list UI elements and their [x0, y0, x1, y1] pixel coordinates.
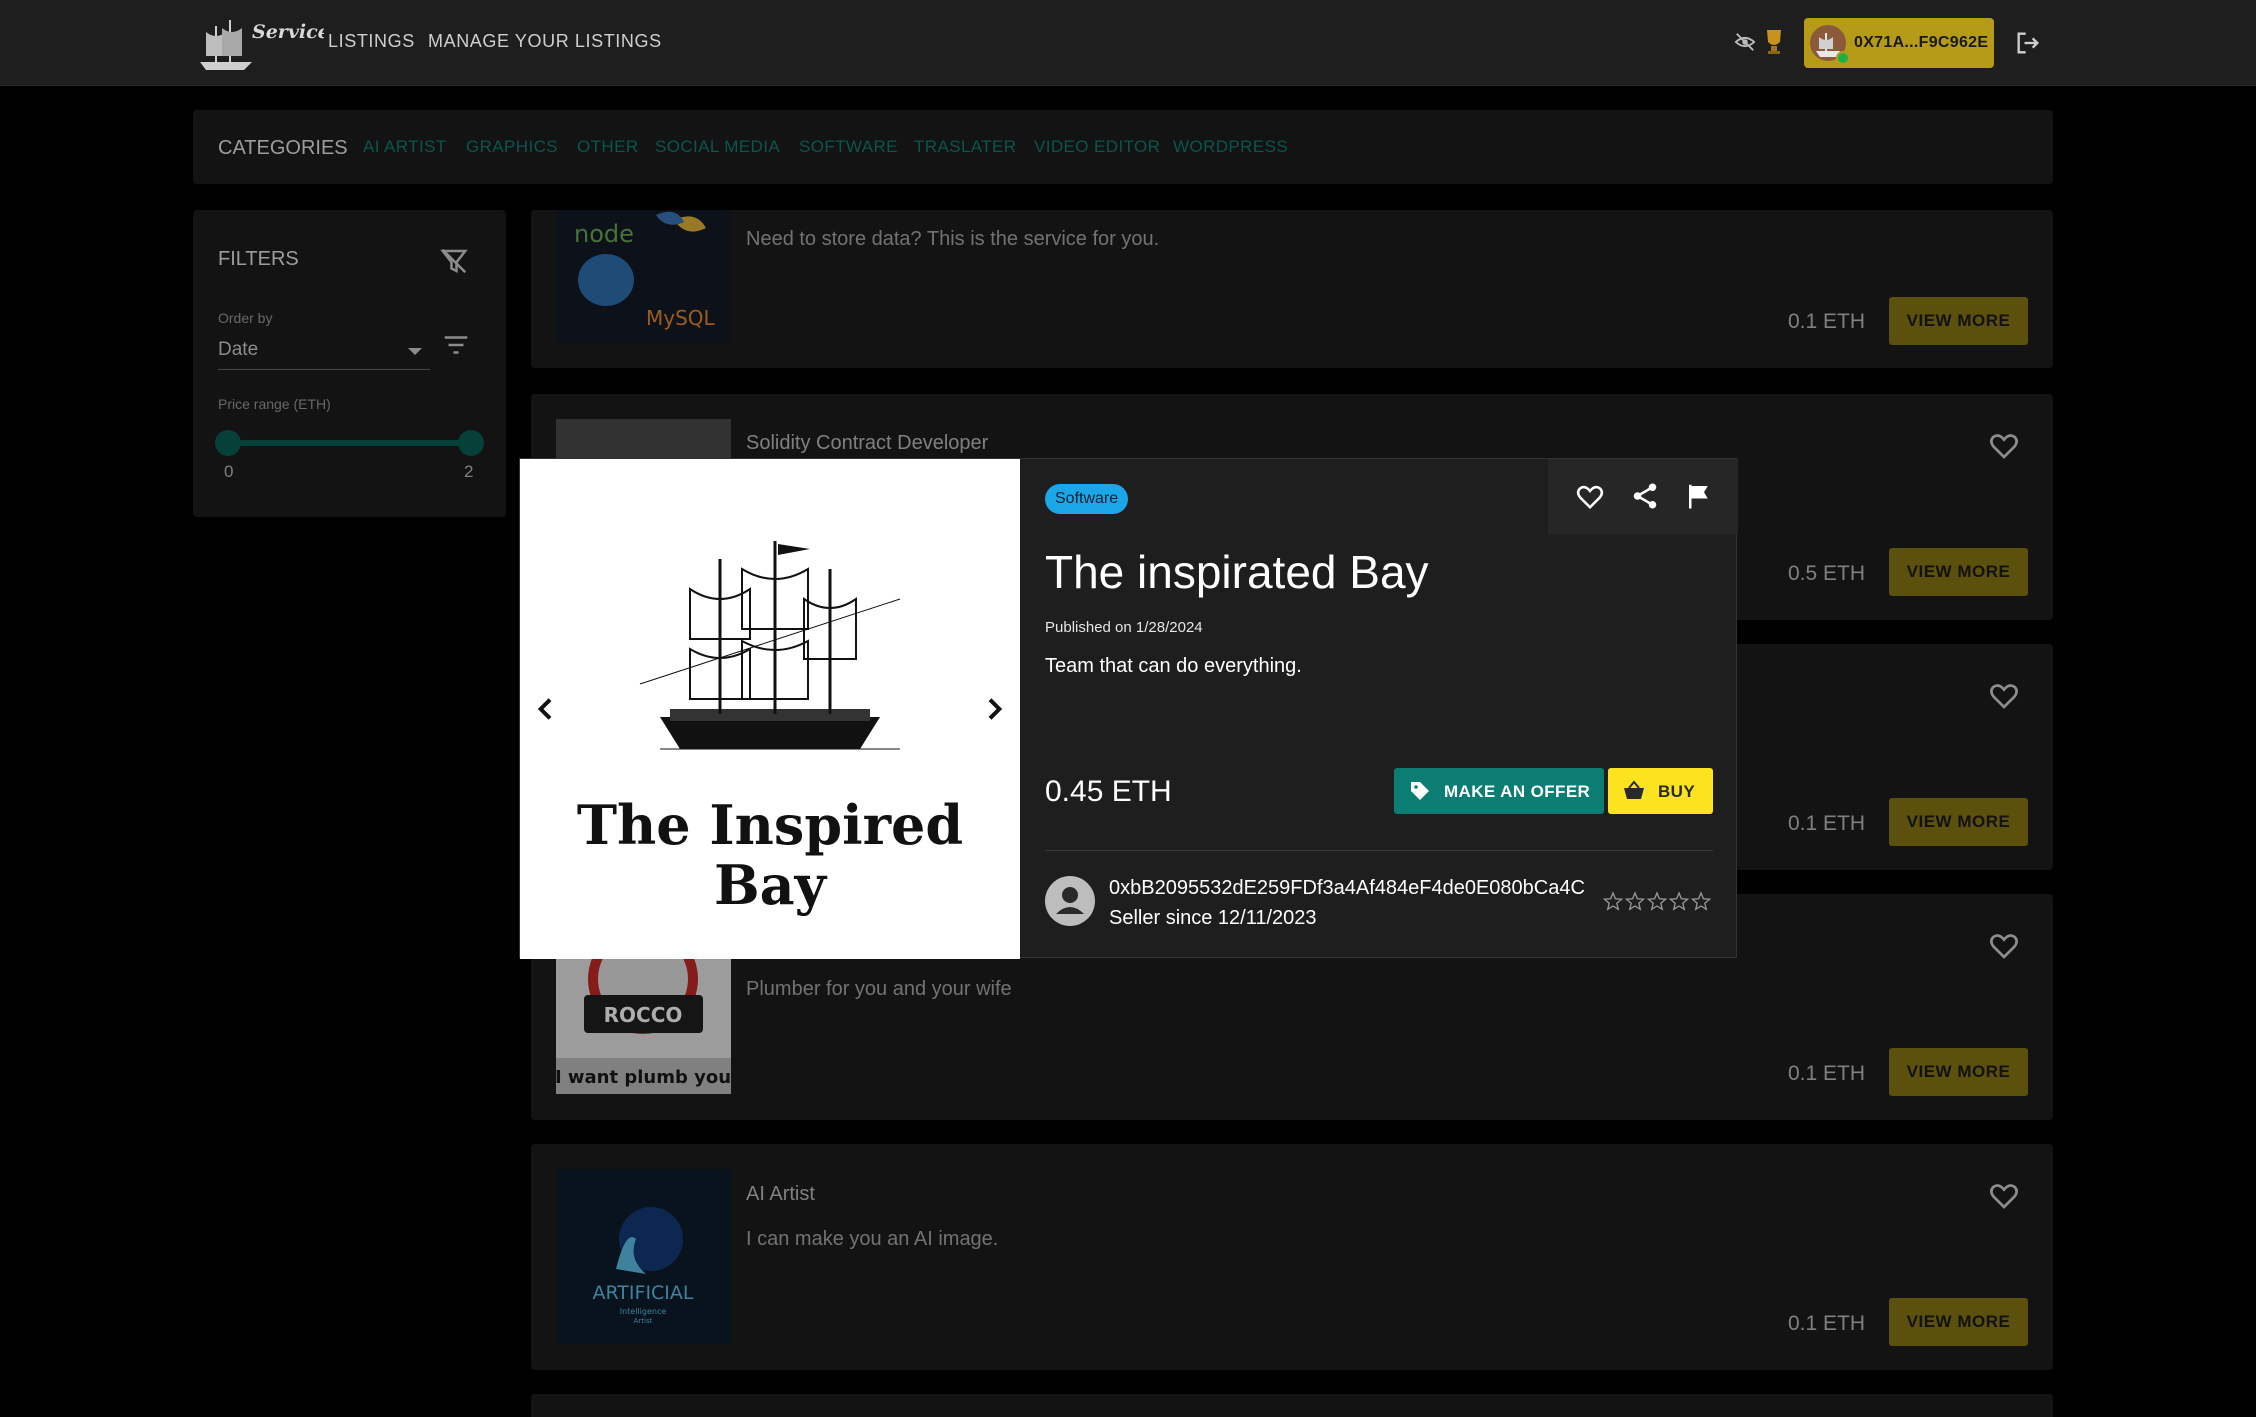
divider: [1045, 850, 1713, 851]
seller-avatar[interactable]: [1045, 876, 1095, 926]
listing-detail-dialog: The Inspired Bay Software The inspirated…: [519, 458, 1738, 959]
image-caption-line-2: Bay: [714, 853, 828, 917]
make-offer-button[interactable]: MAKE AN OFFER: [1394, 768, 1604, 814]
buy-label: BUY: [1658, 782, 1696, 801]
listing-image: The Inspired Bay: [520, 459, 1020, 959]
seller-address[interactable]: 0xbB2095532dE259FDf3a4Af484eF4de0E080bCa…: [1109, 877, 1585, 900]
seller-since: Seller since 12/11/2023: [1109, 907, 1317, 929]
service-bay-logo[interactable]: Service Bay: [194, 12, 378, 74]
chevron-left-icon[interactable]: [530, 693, 562, 725]
visibility-off-icon[interactable]: [1734, 31, 1756, 53]
buy-button[interactable]: BUY: [1608, 768, 1713, 814]
star-icon: [1602, 891, 1624, 911]
chevron-right-icon[interactable]: [978, 693, 1010, 725]
modal-action-bar: [1548, 459, 1738, 534]
star-icon: [1646, 891, 1668, 911]
listing-price: 0.45 ETH: [1045, 775, 1172, 808]
star-icon: [1690, 891, 1712, 911]
listing-title: The inspirated Bay: [1045, 546, 1429, 598]
star-icon: [1624, 891, 1646, 911]
badge-icon[interactable]: [1763, 26, 1785, 56]
flag-icon[interactable]: [1684, 481, 1714, 511]
published-date: Published on 1/28/2024: [1045, 619, 1203, 636]
category-chip: Software: [1045, 484, 1129, 514]
account-button[interactable]: 0X71A...F9C962E: [1804, 18, 1994, 68]
favorite-icon[interactable]: [1575, 481, 1605, 511]
seller-rating-stars: [1602, 891, 1712, 911]
tag-icon: [1411, 782, 1429, 800]
logout-icon[interactable]: [2014, 29, 2042, 57]
account-address: 0X71A...F9C962E: [1854, 34, 1989, 51]
nav-manage-listings[interactable]: MANAGE YOUR LISTINGS: [428, 31, 662, 52]
top-app-bar: Service Bay LISTINGS MANAGE YOUR LISTING…: [0, 0, 2256, 86]
share-icon[interactable]: [1630, 481, 1660, 511]
basket-icon: [1624, 780, 1644, 799]
online-status-dot: [1836, 51, 1850, 65]
make-offer-label: MAKE AN OFFER: [1444, 782, 1591, 801]
nav-listings[interactable]: LISTINGS: [328, 31, 415, 52]
listing-description: Team that can do everything.: [1045, 655, 1302, 677]
logo-text-1: Service Bay: [252, 21, 324, 43]
image-caption-line-1: The Inspired: [577, 793, 963, 857]
star-icon: [1668, 891, 1690, 911]
